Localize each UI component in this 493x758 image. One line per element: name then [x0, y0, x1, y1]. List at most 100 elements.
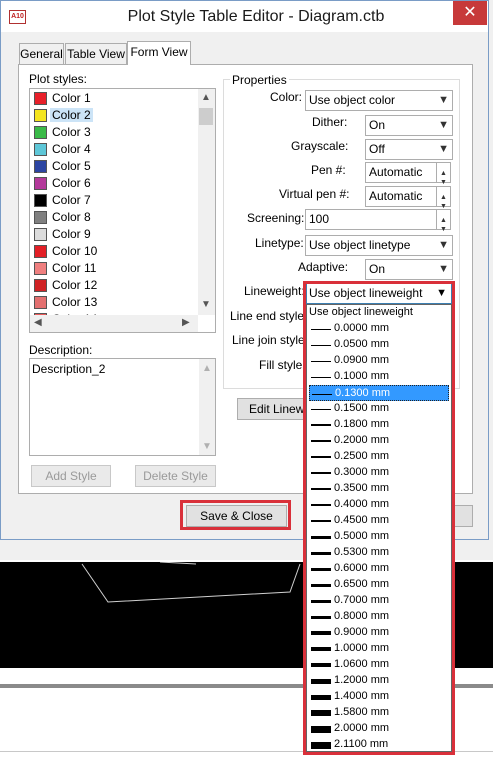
plot-style-item[interactable]: Color 1	[32, 90, 197, 107]
chevron-down-icon: ▼	[438, 94, 449, 106]
plot-style-item[interactable]: Color 11	[32, 260, 197, 277]
color-swatch	[34, 143, 47, 156]
grayscale-label: Grayscale:	[291, 139, 349, 153]
screening-value: 100	[309, 212, 330, 226]
dither-select[interactable]: On ▼	[365, 115, 453, 136]
line-end-style-label: Line end style:	[230, 309, 308, 323]
plot-style-label: Color 4	[52, 142, 91, 156]
plot-style-label: Color 8	[52, 210, 91, 224]
description-text: Description_2	[32, 362, 106, 376]
scroll-up-icon[interactable]: ▲	[201, 92, 211, 103]
chevron-down-icon: ▼	[438, 263, 449, 275]
plot-style-label: Color 2	[50, 108, 93, 122]
scroll-down-icon[interactable]: ▼	[201, 299, 211, 310]
lineweight-label: Lineweight:	[244, 284, 305, 298]
linetype-label: Linetype:	[255, 236, 304, 250]
color-swatch	[34, 279, 47, 292]
linetype-select[interactable]: Use object linetype ▼	[305, 235, 453, 256]
grayscale-select[interactable]: Off ▼	[365, 139, 453, 160]
plot-style-item[interactable]: Color 8	[32, 209, 197, 226]
scroll-down-icon: ▼	[202, 441, 212, 452]
plot-style-item[interactable]: Color 3	[32, 124, 197, 141]
dither-value: On	[369, 118, 386, 132]
pen-label: Pen #:	[311, 163, 346, 177]
plot-style-item[interactable]: Color 7	[32, 192, 197, 209]
description-scrollbar[interactable]: ▲ ▼	[199, 359, 215, 455]
virtual-pen-value: Automatic	[369, 189, 423, 203]
close-button[interactable]: ✕	[453, 1, 487, 25]
plot-style-item[interactable]: Color 13	[32, 294, 197, 311]
pen-value: Automatic	[369, 165, 423, 179]
color-swatch	[34, 296, 47, 309]
scroll-right-icon[interactable]: ▶	[182, 317, 190, 328]
add-style-button[interactable]: Add Style	[31, 465, 111, 487]
help-button-partial[interactable]	[453, 505, 473, 527]
spin-buttons[interactable]: ▲ ▼	[436, 163, 450, 186]
plot-styles-scroll-thumb[interactable]	[199, 108, 213, 125]
tab-form-view[interactable]: Form View	[127, 41, 191, 65]
spin-buttons[interactable]: ▲ ▼	[436, 187, 450, 210]
plot-style-label: Color 9	[52, 227, 91, 241]
edit-lineweights-button[interactable]: Edit Lineweights...	[237, 398, 311, 420]
fill-style-label: Fill style:	[259, 358, 306, 372]
pen-spinner[interactable]: Automatic ▲ ▼	[365, 162, 451, 186]
color-swatch	[34, 126, 47, 139]
dither-label: Dither:	[312, 115, 348, 129]
color-swatch	[34, 245, 47, 258]
description-label: Description:	[29, 343, 93, 357]
line-join-style-label: Line join style:	[232, 333, 309, 347]
window-title: Plot Style Table Editor - Diagram.ctb	[127, 8, 385, 25]
title-bar[interactable]: A10 Plot Style Table Editor - Diagram.ct…	[1, 1, 488, 32]
color-swatch	[34, 109, 47, 122]
screening-label: Screening:	[247, 211, 305, 225]
virtual-pen-spinner[interactable]: Automatic ▲ ▼	[365, 186, 451, 210]
color-swatch	[34, 262, 47, 275]
scroll-left-icon[interactable]: ◀	[34, 317, 42, 328]
scroll-up-icon: ▲	[202, 363, 212, 374]
plot-style-label: Color 6	[52, 176, 91, 190]
plot-style-item[interactable]: Color 6	[32, 175, 197, 192]
plot-style-item[interactable]: Color 4	[32, 141, 197, 158]
plot-style-item[interactable]: Color 9	[32, 226, 197, 243]
color-swatch	[34, 92, 47, 105]
plot-style-label: Color 12	[52, 278, 98, 292]
spin-buttons[interactable]: ▲ ▼	[436, 210, 450, 233]
color-swatch	[34, 211, 47, 224]
adaptive-select[interactable]: On ▼	[365, 259, 453, 280]
color-swatch	[34, 194, 47, 207]
plot-style-item[interactable]: Color 5	[32, 158, 197, 175]
plot-style-item[interactable]: Color 10	[32, 243, 197, 260]
plot-style-label: Color 10	[52, 244, 98, 258]
autocad-app-icon: A10	[9, 10, 26, 24]
chevron-down-icon: ▼	[438, 143, 449, 155]
linetype-value: Use object linetype	[309, 238, 411, 252]
plot-style-label: Color 1	[52, 91, 91, 105]
tab-general[interactable]: General	[19, 43, 64, 64]
color-select[interactable]: Use object color ▼	[305, 90, 453, 111]
adaptive-label: Adaptive:	[298, 260, 349, 274]
plot-style-label: Color 11	[52, 261, 97, 275]
color-swatch	[34, 228, 47, 241]
color-swatch	[34, 177, 47, 190]
plot-styles-label: Plot styles:	[29, 72, 88, 86]
adaptive-value: On	[369, 262, 386, 276]
tab-table-view[interactable]: Table View	[65, 43, 127, 64]
grayscale-value: Off	[369, 142, 385, 156]
plot-style-label: Color 3	[52, 125, 91, 139]
plot-styles-hscrollbar[interactable]: ◀ ▶	[30, 315, 198, 332]
lineweight-highlight	[303, 281, 455, 755]
plot-style-item[interactable]: Color 2	[32, 107, 197, 124]
description-textarea[interactable]: Description_2 ▲ ▼	[29, 358, 216, 456]
screening-spinner[interactable]: 100 ▲ ▼	[305, 209, 451, 233]
color-label: Color:	[270, 90, 303, 104]
chevron-down-icon: ▼	[438, 239, 449, 251]
virtual-pen-label: Virtual pen #:	[279, 187, 350, 201]
plot-style-item[interactable]: Color 12	[32, 277, 197, 294]
properties-label: Properties	[230, 73, 289, 87]
plot-styles-list[interactable]: Color 1 Color 2 Color 3 Color 4 Color 5 Color…	[29, 88, 216, 333]
plot-style-label: Color 5	[52, 159, 91, 173]
color-swatch	[34, 160, 47, 173]
plot-style-label: Color 7	[52, 193, 91, 207]
save-close-highlight	[180, 500, 291, 530]
delete-style-button[interactable]: Delete Style	[135, 465, 216, 487]
